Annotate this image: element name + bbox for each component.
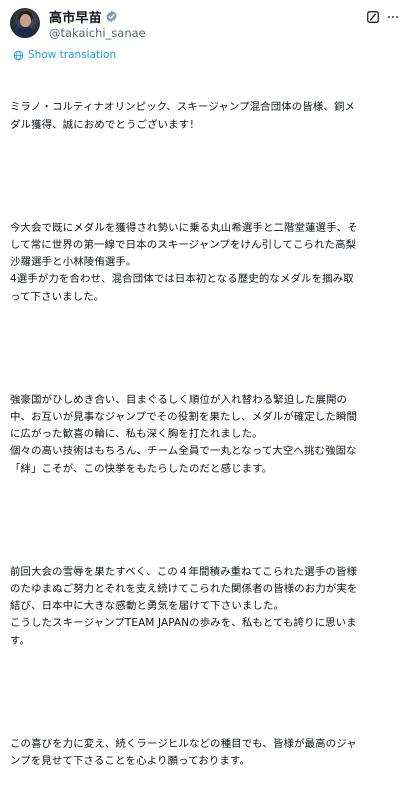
paragraph-5: この喜びを力に変え、続くラージヒルなどの種目でも、皆様が最高のジャ ンプを見せて下…	[10, 736, 402, 770]
grok-slash-icon[interactable]	[366, 10, 380, 24]
verified-badge-icon	[106, 10, 117, 23]
post-line: 「絆」こそが、この快挙をもたらしたのだと感じます。	[10, 462, 273, 475]
paragraph-2: 今大会で既にメダルを獲得され勢いに乗る丸山希選手と二階堂蓮選手、そ して常に世界の…	[10, 220, 402, 306]
author-display-name[interactable]: 高市早苗	[49, 7, 102, 26]
post-line: 4選手が力を合わせ、混合団体では日本初となる歴史的なメダルを掴み取	[10, 273, 354, 286]
post-line: 個々の高い技術はもちろん、チーム全員で一丸となって大空へ挑む強固な	[10, 445, 357, 458]
author-handle[interactable]: @takaichi_sanae	[49, 26, 146, 40]
post-line: して常に世界の第一線で日本のスキージャンプをけん引してこられた高梨	[10, 239, 357, 252]
post-line: 沙羅選手と小林陵侑選手。	[10, 256, 137, 269]
avatar[interactable]	[10, 8, 40, 38]
post-card: 高市早苗 @takaichi_sanae Show translation ミラ…	[0, 0, 407, 767]
post-line: 結び、日本中に大きな感動と勇気を届けて下さいました。	[10, 600, 285, 613]
post-line: 強豪国がひしめき合い、目まぐるしく順位が入れ替わる緊迫した展開の	[10, 393, 348, 406]
paragraph-1: ミラノ・コルティナオリンピック、スキージャンプ混合団体の皆様、銅メ ダル獲得、誠に…	[10, 99, 402, 133]
post-line: ミラノ・コルティナオリンピック、スキージャンプ混合団体の皆様、銅メ	[10, 101, 356, 114]
post-line: に広がった歓喜の輪に、私も深く胸を打たれました。	[10, 428, 263, 441]
author-name-row: 高市早苗	[49, 7, 118, 26]
post-line: ダル獲得、誠におめでとうございます！	[10, 118, 200, 131]
globe-icon	[13, 50, 24, 60]
post-line: って下さいました。	[10, 290, 105, 303]
post-line: 今大会で既にメダルを獲得され勢いに乗る丸山希選手と二階堂蓮選手、そ	[10, 221, 358, 234]
post-line: こうしたスキージャンプTEAM JAPANの歩みを、私もとても誇りに思いま	[10, 617, 357, 630]
post-line: す。	[10, 634, 31, 647]
post-line: 前回大会の雪辱を果たすべく、この４年間積み重ねてこられた選手の皆様	[10, 565, 358, 578]
show-translation-label[interactable]: Show translation	[28, 49, 116, 61]
post-line: ンプを見せて下さることを心より願っております。	[10, 755, 251, 768]
show-translation-link[interactable]: Show translation	[13, 49, 116, 61]
post-body: ミラノ・コルティナオリンピック、スキージャンプ混合団体の皆様、銅メ ダル獲得、誠に…	[10, 65, 402, 805]
paragraph-4: 前回大会の雪辱を果たすべく、この４年間積み重ねてこられた選手の皆様 のたゆまぬご努…	[10, 564, 402, 650]
post-header: 高市早苗 @takaichi_sanae	[10, 7, 400, 43]
post-line: のたゆまぬご努力とそれを支え続けてこられた関係者の皆様のお力が実を	[10, 583, 358, 596]
post-line: この喜びを力に変え、続くラージヒルなどの種目でも、皆様が最高のジャ	[10, 737, 357, 750]
paragraph-3: 強豪国がひしめき合い、目まぐるしく順位が入れ替わる緊迫した展開の 中、お互いが見事…	[10, 392, 402, 478]
post-line: 中、お互いが見事なジャンプでその役割を果たし、メダルが確定した瞬間	[10, 411, 358, 424]
more-dots-icon[interactable]	[386, 10, 400, 24]
